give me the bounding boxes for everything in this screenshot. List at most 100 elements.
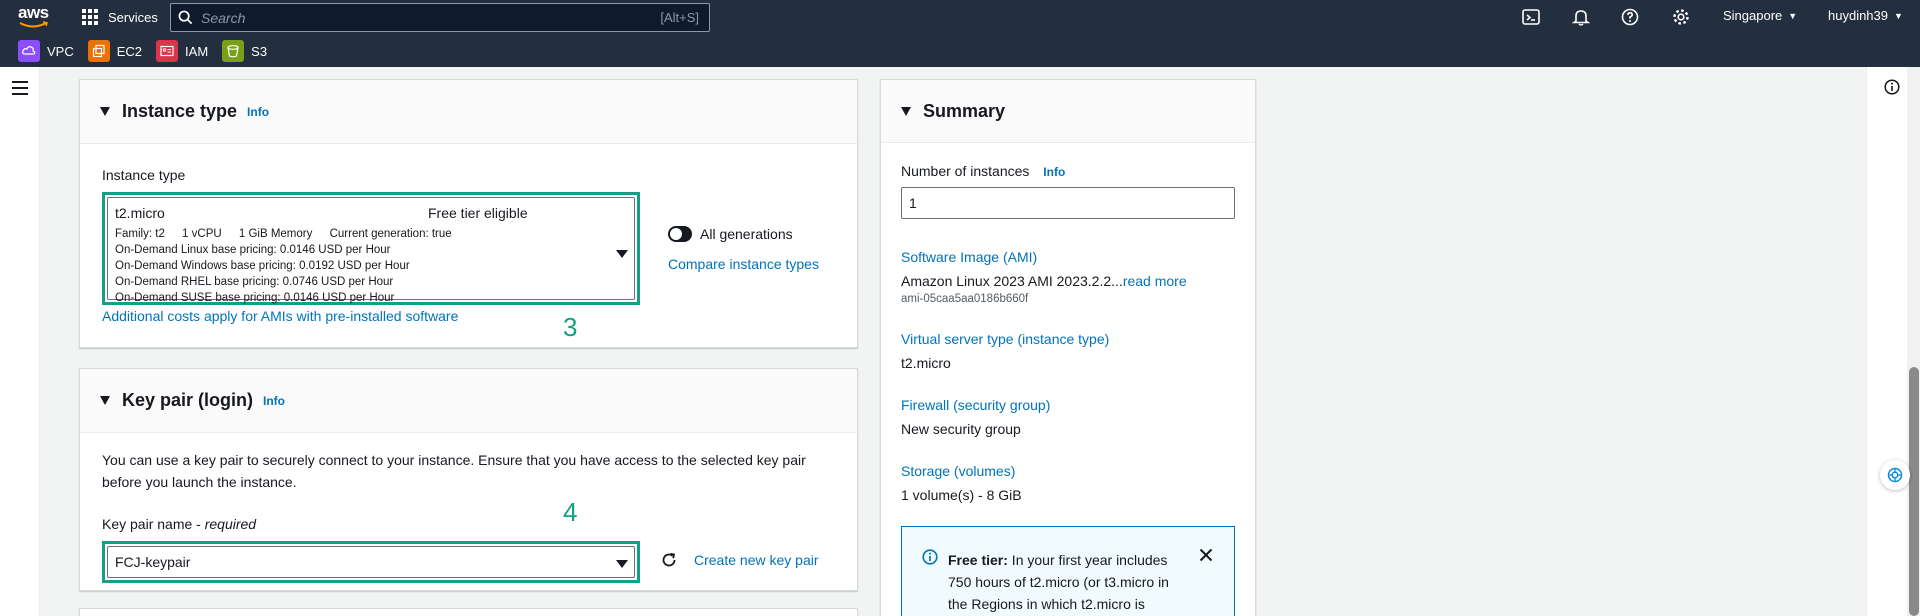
- scrollbar-thumb[interactable]: [1909, 367, 1919, 616]
- free-tier-badge: Free tier eligible: [428, 205, 528, 221]
- key-pair-value: FCJ-keypair: [115, 554, 191, 570]
- panel-title: Key pair (login): [122, 390, 254, 410]
- firewall-link[interactable]: Firewall (security group): [901, 397, 1050, 413]
- caret-down-icon: ▼: [1894, 10, 1903, 21]
- info-link[interactable]: Info: [263, 394, 285, 408]
- region-selector[interactable]: Singapore ▼: [1723, 8, 1797, 23]
- favorite-label: VPC: [47, 43, 74, 59]
- caret-down-icon: [616, 250, 628, 258]
- search-icon: [171, 4, 199, 31]
- services-menu-button[interactable]: Services: [82, 7, 158, 27]
- storage-value: 1 volume(s) - 8 GiB: [901, 487, 1022, 503]
- favorite-label: IAM: [185, 43, 209, 59]
- storage-link[interactable]: Storage (volumes): [901, 463, 1015, 479]
- favorite-label: S3: [251, 43, 268, 59]
- region-label: Singapore: [1723, 8, 1783, 23]
- instance-type-select[interactable]: t2.micro Free tier eligible Family: t2 1…: [107, 197, 635, 304]
- key-pair-highlight: FCJ-keypair: [102, 541, 640, 583]
- all-generations-label: All generations: [700, 226, 793, 242]
- key-pair-header: Key pair (login) Info: [80, 369, 857, 433]
- instance-type-link[interactable]: Virtual server type (instance type): [901, 331, 1109, 347]
- favorite-iam[interactable]: IAM: [156, 40, 208, 62]
- instance-type-value: t2.micro: [901, 355, 951, 371]
- grid-icon: [82, 9, 98, 25]
- favorite-vpc[interactable]: VPC: [18, 40, 74, 62]
- left-side-rail: [0, 67, 40, 616]
- amazon-q-assistant-icon[interactable]: [1880, 460, 1910, 490]
- caret-down-icon: [616, 560, 628, 568]
- free-tier-text: Free tier: In your first year includes 7…: [948, 549, 1186, 615]
- pricing-windows: On-Demand Windows base pricing: 0.0192 U…: [115, 260, 410, 272]
- settings-gear-icon[interactable]: [1671, 7, 1691, 27]
- favorite-ec2[interactable]: EC2: [87, 40, 143, 62]
- s3-bucket-icon: [222, 40, 245, 62]
- cloudshell-icon[interactable]: [1521, 7, 1541, 27]
- read-more-link[interactable]: read more: [1123, 273, 1187, 289]
- firewall-value: New security group: [901, 421, 1021, 437]
- panel-title: Summary: [923, 100, 1006, 121]
- search-shortcut: [Alt+S]: [660, 10, 699, 25]
- instance-type-highlight: t2.micro Free tier eligible Family: t2 1…: [102, 192, 640, 305]
- instance-type-header: Instance type Info: [80, 80, 857, 144]
- pricing-rhel: On-Demand RHEL base pricing: 0.0746 USD …: [115, 276, 394, 288]
- free-tier-bold: Free tier:: [948, 552, 1008, 568]
- ami-id: ami-05caa5aa0186b660f: [901, 293, 1029, 305]
- step-annotation-4: 4: [563, 497, 578, 527]
- collapse-triangle-icon[interactable]: [100, 107, 110, 116]
- vpc-icon: [18, 40, 40, 62]
- top-navigation: aws Services Search [Alt+S] Singapore ▼ …: [0, 0, 1920, 67]
- favorites-bar: VPC EC2 IAM S3: [0, 37, 1920, 65]
- instance-type-panel: Instance type Info Instance type t2.micr…: [79, 79, 858, 348]
- panel-title: Instance type: [122, 101, 238, 121]
- info-panel-icon[interactable]: [1884, 79, 1900, 100]
- instances-label-text: Number of instances: [901, 163, 1030, 179]
- compare-instance-types-link[interactable]: Compare instance types: [668, 256, 819, 272]
- step-annotation-3: 3: [563, 312, 578, 342]
- spec-family: Family: t2: [115, 228, 165, 240]
- key-pair-field-label: Key pair name - required: [102, 516, 256, 532]
- next-panel-partial: [79, 608, 858, 616]
- all-generations-toggle[interactable]: [668, 226, 692, 242]
- pricing-suse: On-Demand SUSE base pricing: 0.0146 USD …: [115, 292, 395, 304]
- collapse-triangle-icon[interactable]: [100, 396, 110, 405]
- create-key-pair-link[interactable]: Create new key pair: [694, 552, 819, 568]
- free-tier-alert: Free tier: In your first year includes 7…: [901, 526, 1235, 616]
- summary-panel: Summary Number of instances Info 1 Softw…: [880, 79, 1256, 616]
- menu-hamburger-icon[interactable]: [12, 81, 28, 95]
- ami-name: Amazon Linux 2023 AMI 2023.2.2...: [901, 273, 1123, 289]
- close-icon[interactable]: [1198, 547, 1214, 568]
- additional-costs-link[interactable]: Additional costs apply for AMIs with pre…: [102, 308, 458, 324]
- pricing-linux: On-Demand Linux base pricing: 0.0146 USD…: [115, 244, 391, 256]
- search-input[interactable]: Search [Alt+S]: [170, 3, 710, 32]
- notifications-bell-icon[interactable]: [1571, 7, 1591, 27]
- account-name: huydinh39: [1828, 8, 1888, 23]
- number-of-instances-input[interactable]: 1: [901, 187, 1235, 219]
- refresh-icon[interactable]: [660, 551, 678, 574]
- instances-label: Number of instances Info: [901, 163, 1065, 179]
- account-menu[interactable]: huydinh39 ▼: [1828, 8, 1903, 23]
- favorite-s3[interactable]: S3: [222, 40, 267, 62]
- top-navigation-main: aws Services Search [Alt+S] Singapore ▼ …: [0, 0, 1920, 34]
- favorite-label: EC2: [116, 43, 143, 59]
- instance-type-field-label: Instance type: [102, 167, 186, 183]
- info-link[interactable]: Info: [1043, 165, 1065, 179]
- instance-type-name: t2.micro: [115, 205, 165, 221]
- key-pair-description: You can use a key pair to securely conne…: [102, 452, 806, 490]
- collapse-triangle-icon[interactable]: [901, 106, 911, 116]
- ami-link[interactable]: Software Image (AMI): [901, 249, 1037, 265]
- info-link[interactable]: Info: [247, 105, 269, 119]
- key-pair-label-text: Key pair name -: [102, 516, 205, 532]
- info-icon: [922, 549, 938, 570]
- instance-specs: Family: t2 1 vCPU 1 GiB Memory Current g…: [115, 228, 466, 240]
- help-icon[interactable]: [1620, 7, 1640, 27]
- key-pair-select[interactable]: FCJ-keypair: [107, 546, 635, 578]
- ec2-icon: [87, 40, 110, 62]
- summary-header: Summary: [881, 80, 1255, 143]
- aws-logo[interactable]: aws: [18, 4, 52, 30]
- aws-logo-text: aws: [18, 3, 49, 22]
- caret-down-icon: ▼: [1788, 10, 1798, 21]
- required-marker: required: [204, 516, 257, 532]
- search-placeholder: Search: [201, 9, 246, 26]
- spec-generation: Current generation: true: [329, 228, 452, 240]
- iam-icon: [156, 40, 179, 62]
